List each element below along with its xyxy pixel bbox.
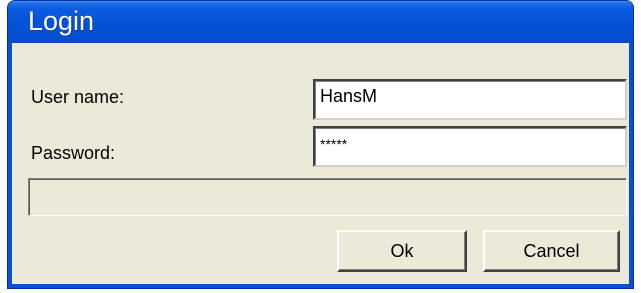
- password-label: Password:: [31, 143, 116, 163]
- title-bar[interactable]: Login: [8, 1, 633, 43]
- status-bar: [28, 178, 627, 216]
- username-input[interactable]: HansM: [313, 79, 627, 120]
- login-dialog: Login User name: HansM Password: ***** O…: [7, 0, 634, 289]
- window-title: Login: [28, 6, 95, 36]
- cancel-button[interactable]: Cancel: [483, 230, 620, 272]
- username-label: User name:: [31, 87, 125, 107]
- password-input[interactable]: *****: [313, 126, 627, 167]
- ok-button[interactable]: Ok: [337, 230, 467, 272]
- dialog-body: User name: HansM Password: ***** Ok Canc…: [12, 43, 629, 284]
